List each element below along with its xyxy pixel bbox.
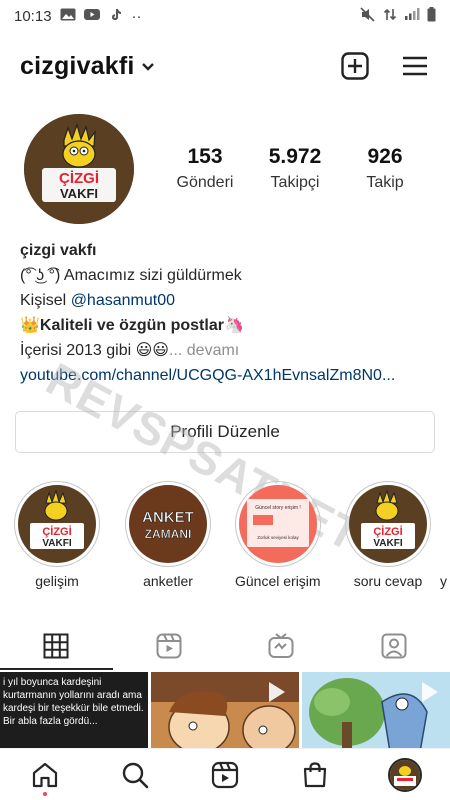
bio-external-link[interactable]: youtube.com/channel/UCGQG-AX1hEvnsalZm8N… [20, 363, 440, 388]
battery-icon [427, 6, 436, 26]
menu-icon [403, 56, 427, 76]
unicorn-emoji: 🦄 [223, 317, 244, 334]
reels-icon [156, 633, 182, 659]
highlight-label: gelişim [35, 573, 79, 589]
youtube-icon [83, 8, 100, 25]
search-icon [122, 762, 149, 788]
stat-posts[interactable]: 153 Gönderi [160, 145, 250, 192]
bio-line-2-prefix: Kişisel [20, 292, 71, 309]
highlight-label: soru cevap [353, 573, 423, 589]
new-post-icon [341, 52, 369, 80]
highlight-cover-bottom: Zorluk seviyesi kolay [257, 535, 299, 540]
stat-label: Takip [366, 174, 404, 191]
tab-reels[interactable] [113, 622, 226, 670]
profile-tabs [0, 622, 450, 670]
nav-home[interactable] [0, 749, 90, 800]
bio-mention-link[interactable]: @hasanmut00 [71, 292, 175, 309]
stat-following[interactable]: 926 Takip [340, 145, 430, 192]
post-grid: i yıl boyunca kardeşini kurtarmanın yoll… [0, 672, 450, 752]
highlight-cover: ANKET ZAMANI [129, 485, 207, 563]
bottom-navigation [0, 748, 450, 800]
status-time: 10:13 [14, 7, 52, 25]
highlight-cover: ÇİZGİ VAKFI [18, 485, 96, 563]
profile-avatar[interactable]: ÇİZGİ VAKFI [24, 114, 134, 224]
nav-shop[interactable] [270, 749, 360, 800]
highlight-cover-top: Güncel story erişim ! [255, 505, 301, 511]
avatar-logo-bottom: VAKFI [60, 186, 98, 201]
post-caption-overlay: i yıl boyunca kardeşini kurtarmanın yoll… [3, 677, 144, 727]
post-thumbnail[interactable]: i yıl boyunca kardeşini kurtarmanın yoll… [0, 672, 148, 752]
new-post-button[interactable] [340, 51, 370, 81]
avatar-logo-top: ÇİZGİ [59, 170, 99, 187]
bio-name: çizgi vakfı [20, 242, 97, 259]
bio-line-3: 👑Kaliteli ve özgün postlar🦄 [20, 313, 440, 338]
username[interactable]: cizgivakfi [20, 52, 135, 81]
bio-more-link[interactable]: ... devamı [169, 342, 239, 359]
highlight-cover-top: ÇİZGİ [42, 525, 71, 538]
home-icon [32, 762, 58, 787]
highlight-label: y [440, 573, 447, 589]
highlight-cover-bottom: VAKFI [373, 538, 402, 549]
story-highlights: ÇİZGİ VAKFI gelişim ANKET ZAMANI anketle… [0, 481, 450, 596]
tagged-icon [381, 633, 407, 659]
profile-avatar-small [388, 757, 422, 792]
crown-emoji: 👑 [20, 317, 40, 334]
post-image [151, 672, 299, 752]
highlight-label: Güncel erişiml... [235, 573, 321, 589]
chevron-down-icon[interactable] [141, 59, 155, 77]
profile-bio: çizgi vakfı (͡° ͜ʖ ͡°) Amacımız sizi gül… [20, 238, 440, 388]
stat-value: 153 [187, 145, 223, 168]
highlight-cover: Güncel story erişim ! Zorluk seviyesi ko… [239, 485, 317, 563]
status-bar: 10:13 ·· [0, 0, 450, 32]
profile-header: cizgivakfi [0, 44, 450, 88]
nav-profile[interactable] [360, 749, 450, 800]
highlight-cover-top: ÇİZGİ [373, 525, 402, 538]
status-more: ·· [131, 7, 142, 25]
highlight-partial[interactable]: y [440, 481, 450, 589]
post-thumbnail[interactable] [151, 672, 299, 752]
tab-igtv[interactable] [225, 622, 338, 670]
reels-icon [211, 761, 239, 788]
nav-search[interactable] [90, 749, 180, 800]
bio-line-1: (͡° ͜ʖ ͡°) Amacımız sizi güldürmek [20, 267, 242, 284]
mute-icon [360, 6, 376, 26]
nav-reels[interactable] [180, 749, 270, 800]
notification-dot [43, 791, 47, 796]
highlight-cover-bottom: VAKFI [42, 538, 71, 549]
bio-line-2: Kişisel @hasanmut00 [20, 288, 440, 313]
signal-icon [404, 7, 420, 25]
profile-stats: 153 Gönderi 5.972 Takipçi 926 Takip [160, 145, 430, 192]
gallery-icon [60, 8, 76, 25]
stat-label: Takipçi [270, 174, 320, 191]
tiktok-icon [108, 8, 124, 25]
stat-label: Gönderi [176, 174, 234, 191]
stat-value: 926 [367, 145, 403, 168]
igtv-icon [268, 633, 294, 658]
highlight-label: anketler [143, 573, 193, 589]
highlight-soru-cevap[interactable]: ÇİZGİ VAKFI soru cevap [345, 481, 431, 589]
menu-button[interactable] [400, 51, 430, 81]
highlight-gelisim[interactable]: ÇİZGİ VAKFI gelişim [14, 481, 100, 589]
bio-line-4: İçerisi 2013 gibi 😃😃... devamı [20, 338, 440, 363]
stat-followers[interactable]: 5.972 Takipçi [250, 145, 340, 192]
stat-value: 5.972 [268, 145, 322, 168]
data-arrows-icon [383, 7, 397, 26]
grid-icon [43, 633, 69, 659]
highlight-anketler[interactable]: ANKET ZAMANI anketler [125, 481, 211, 589]
post-thumbnail[interactable] [302, 672, 450, 752]
bio-line-4-text: İçerisi 2013 gibi 😃😃 [20, 342, 169, 359]
post-image [302, 672, 450, 752]
highlight-cover-top: ANKET [142, 509, 194, 526]
highlight-cover-bottom: ZAMANI [145, 527, 192, 541]
highlight-guncel-erisim[interactable]: Güncel story erişim ! Zorluk seviyesi ko… [235, 481, 321, 589]
bio-line-3-text: Kaliteli ve özgün postlar [39, 317, 224, 334]
tab-posts-grid[interactable] [0, 622, 113, 670]
tab-tagged[interactable] [338, 622, 450, 670]
edit-profile-button[interactable]: Profili Düzenle [15, 411, 435, 453]
shop-icon [303, 761, 327, 787]
highlight-cover: ÇİZGİ VAKFI [349, 485, 427, 563]
